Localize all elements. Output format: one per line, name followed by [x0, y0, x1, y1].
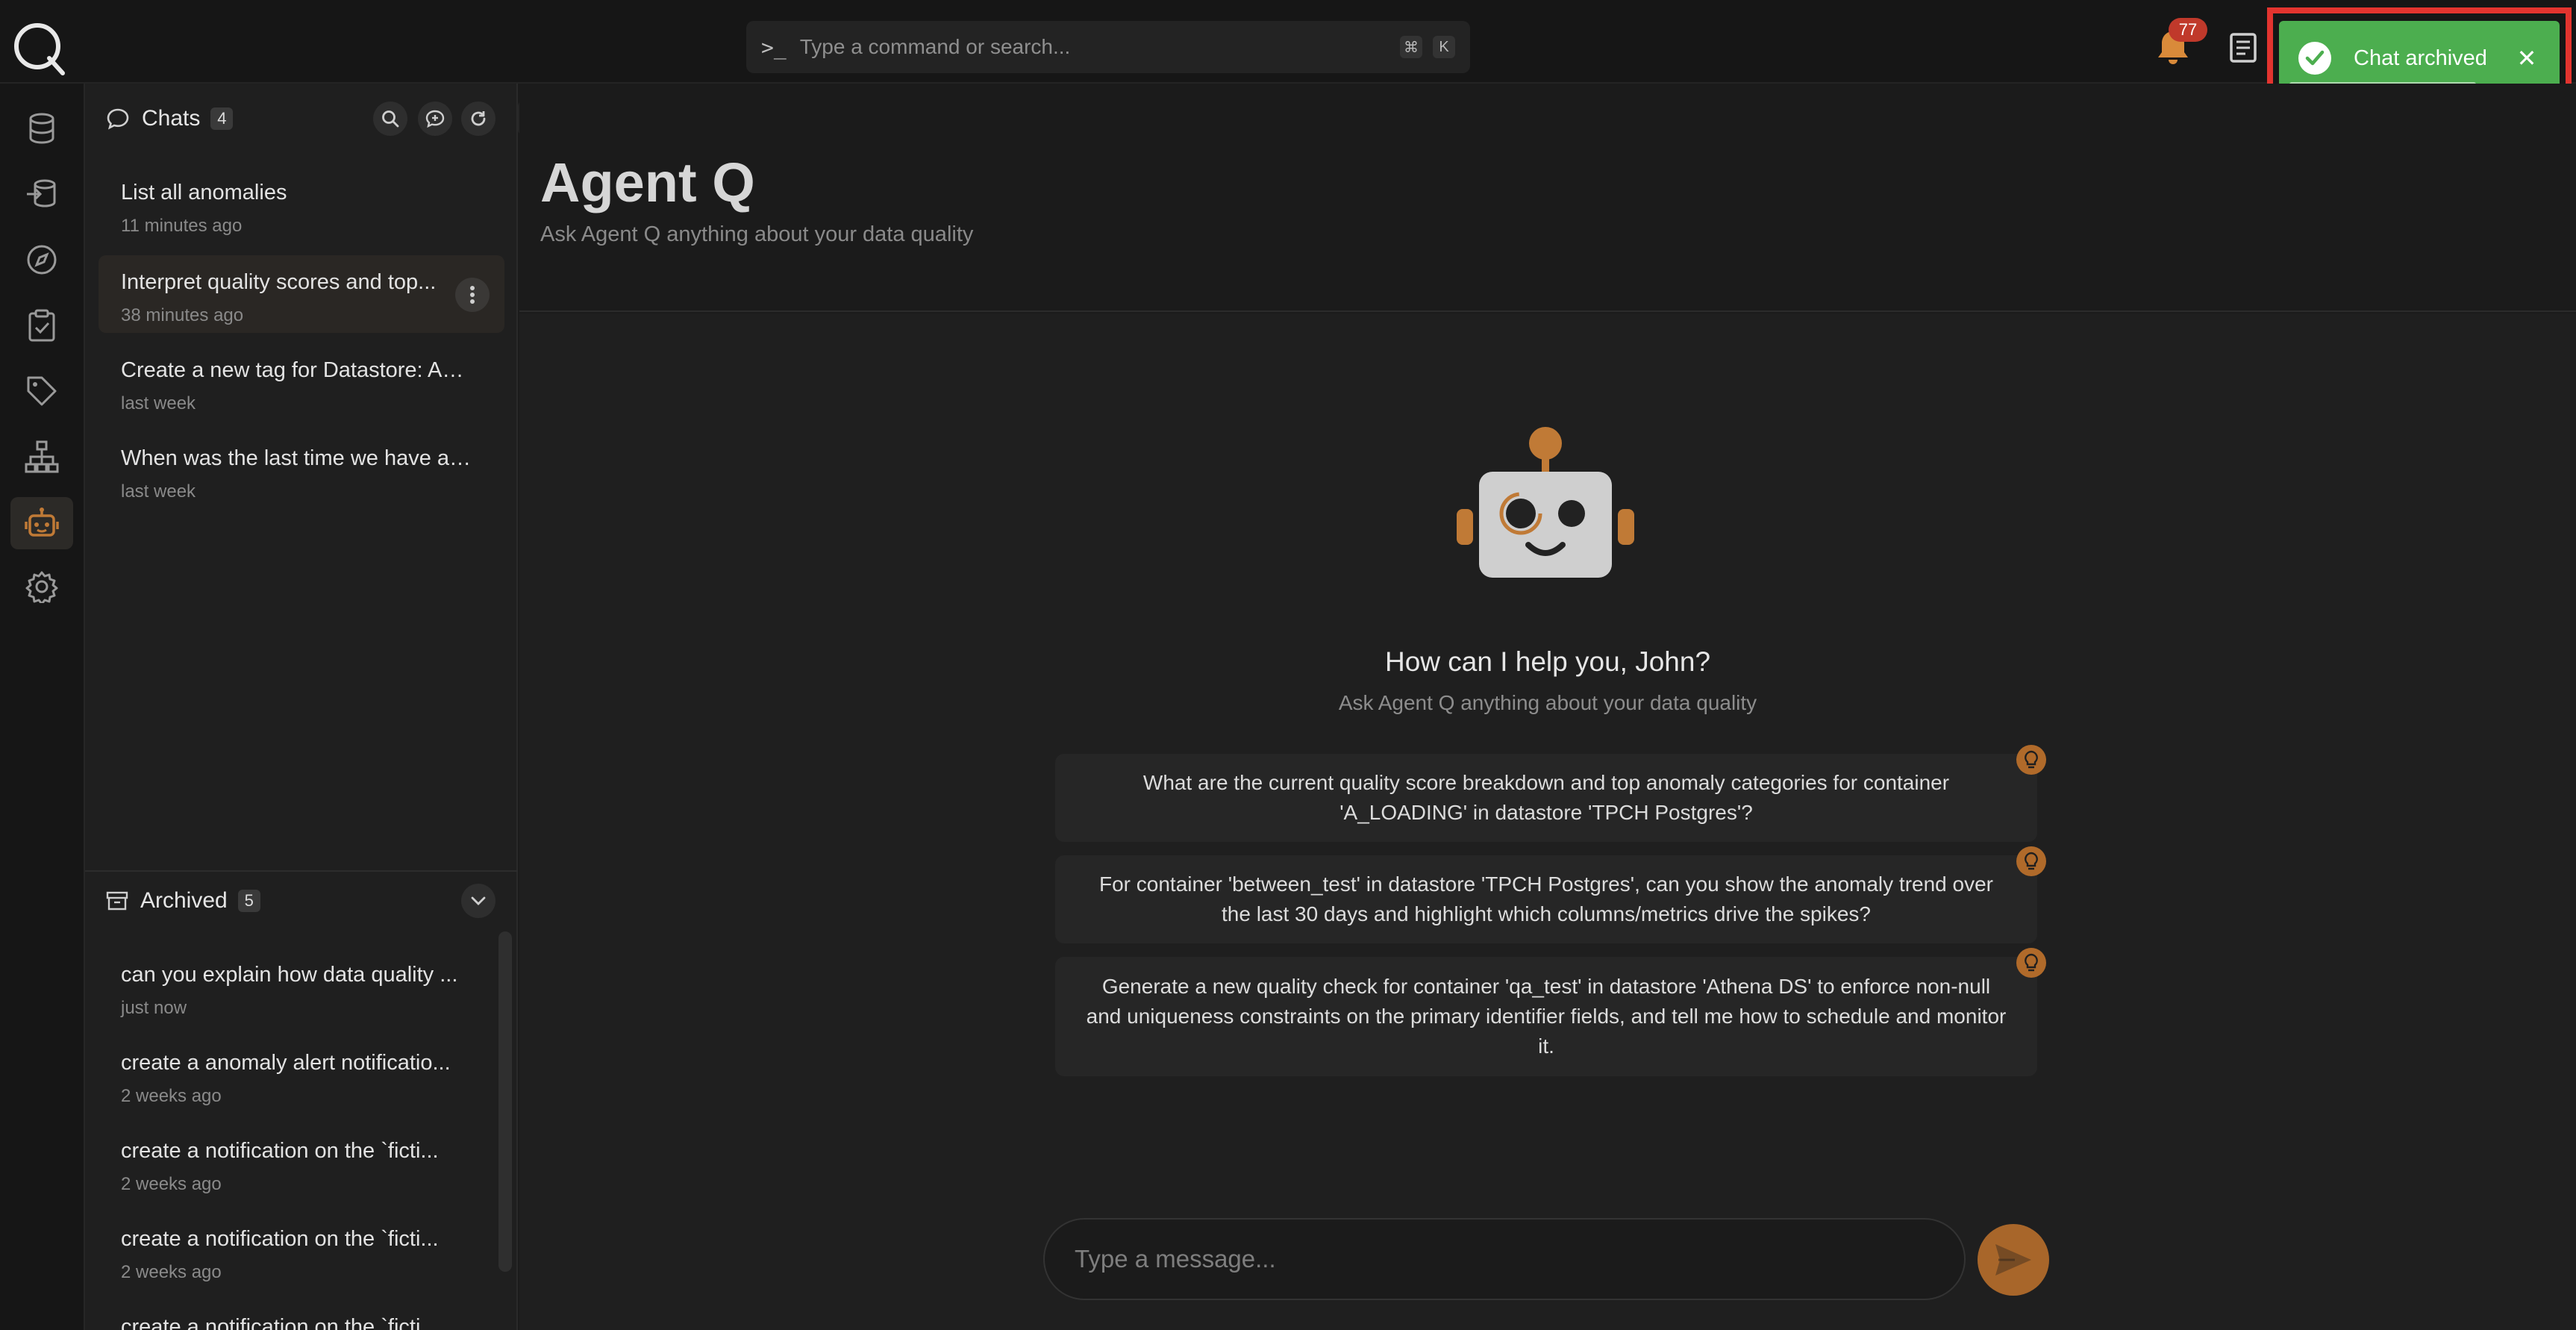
message-input[interactable]: Type a message...: [1043, 1218, 1966, 1300]
archived-item-title: create a notification on the `ficti...: [121, 1139, 439, 1163]
shortcut-cmd-key: ⌘: [1400, 36, 1422, 58]
chat-item[interactable]: When was the last time we have an ... la…: [99, 431, 504, 509]
chats-header: Chats 4: [106, 106, 234, 131]
archived-item-title: create a anomaly alert notificatio...: [121, 1051, 451, 1075]
archived-item-time: 2 weeks ago: [121, 1262, 222, 1282]
chat-item-time: last week: [121, 393, 196, 413]
chat-item-title: When was the last time we have an ...: [121, 446, 472, 470]
source-import-icon[interactable]: [22, 175, 61, 213]
chats-panel: Chats 4 List all anomalies 11 minutes ag…: [85, 84, 518, 1330]
command-search-input[interactable]: >_ Type a command or search... ⌘ K: [746, 21, 1470, 73]
hierarchy-icon[interactable]: [22, 437, 61, 476]
archived-item[interactable]: create a notification on the `ficti... 2…: [99, 1212, 504, 1290]
chat-item-title: Create a new tag for Datastore: An...: [121, 358, 472, 382]
gear-icon[interactable]: [22, 567, 61, 606]
search-chats-button[interactable]: [373, 102, 407, 136]
top-bar: >_ Type a command or search... ⌘ K 77: [0, 0, 2576, 84]
message-placeholder: Type a message...: [1075, 1245, 1276, 1273]
lightbulb-icon: [2016, 745, 2046, 775]
send-button[interactable]: [1978, 1224, 2049, 1296]
chat-item[interactable]: Create a new tag for Datastore: An... la…: [99, 343, 504, 421]
chat-item-time: 11 minutes ago: [121, 216, 243, 236]
archived-item-title: create a notification on the `ficti...: [121, 1227, 439, 1251]
app-logo-icon[interactable]: [10, 19, 67, 76]
lightbulb-icon: [2016, 948, 2046, 978]
compass-icon[interactable]: [22, 240, 61, 279]
suggestion-card[interactable]: Generate a new quality check for contain…: [1055, 957, 2037, 1076]
page-header: Agent Q Ask Agent Q anything about your …: [519, 84, 2576, 312]
archived-item[interactable]: create a notification on the `ficti... 2…: [99, 1124, 504, 1202]
toast-close-button[interactable]: ✕: [2513, 44, 2540, 72]
chat-item-selected[interactable]: Interpret quality scores and top... 38 m…: [99, 255, 504, 333]
chats-count-badge: 4: [210, 107, 234, 130]
chat-item-title: Interpret quality scores and top...: [121, 270, 437, 294]
lightbulb-icon: [2016, 846, 2046, 876]
nav-rail: [0, 84, 85, 1330]
archive-box-icon: [106, 890, 128, 911]
archived-scrollbar[interactable]: [498, 931, 512, 1272]
archived-header: Archived 5: [106, 888, 260, 914]
chats-title: Chats: [142, 106, 201, 131]
toggle-archived-button[interactable]: [461, 884, 495, 918]
tag-icon[interactable]: [22, 372, 61, 410]
terminal-prompt-icon: >_: [761, 34, 787, 60]
archived-item-time: 2 weeks ago: [121, 1174, 222, 1194]
notification-count-badge: 77: [2169, 18, 2207, 42]
archived-divider: [85, 870, 518, 872]
clipboard-check-icon[interactable]: [22, 306, 61, 345]
search-placeholder: Type a command or search...: [799, 35, 1071, 58]
chat-item-time: 38 minutes ago: [121, 305, 244, 325]
welcome-subtitle: Ask Agent Q anything about your data qua…: [1338, 691, 1757, 714]
database-icon[interactable]: [22, 109, 61, 148]
check-circle-icon: [2298, 42, 2331, 75]
robot-icon[interactable]: [10, 497, 73, 549]
archived-item[interactable]: create a anomaly alert notificatio... 2 …: [99, 1036, 504, 1114]
new-chat-button[interactable]: [418, 102, 452, 136]
agent-robot-illustration: [1454, 425, 1637, 582]
suggestion-card[interactable]: What are the current quality score break…: [1055, 754, 2037, 842]
toast-message: Chat archived: [2354, 46, 2487, 70]
more-options-icon[interactable]: [455, 278, 490, 312]
archived-title: Archived: [140, 888, 228, 913]
page-subtitle: Ask Agent Q anything about your data qua…: [540, 222, 974, 246]
chat-item[interactable]: List all anomalies 11 minutes ago: [99, 166, 504, 243]
chat-item-time: last week: [121, 481, 196, 502]
archived-item-title: can you explain how data quality ...: [121, 963, 458, 987]
chat-item-title: List all anomalies: [121, 181, 287, 205]
suggestion-card[interactable]: For container 'between_test' in datastor…: [1055, 855, 2037, 943]
archived-count-badge: 5: [237, 890, 260, 912]
archived-item-title: create a notification on the `ficti...: [121, 1315, 439, 1330]
refresh-chats-button[interactable]: [461, 102, 495, 136]
release-notes-icon[interactable]: [2227, 31, 2260, 64]
archived-item[interactable]: create a notification on the `ficti...: [99, 1300, 504, 1330]
archived-item[interactable]: can you explain how data quality ... jus…: [99, 948, 504, 1025]
chat-bubble-icon: [106, 107, 130, 130]
archived-item-time: 2 weeks ago: [121, 1086, 222, 1106]
shortcut-k-key: K: [1433, 36, 1455, 58]
welcome-greeting: How can I help you, John?: [1384, 646, 1711, 677]
archived-item-time: just now: [121, 998, 187, 1018]
page-title: Agent Q: [540, 152, 755, 213]
